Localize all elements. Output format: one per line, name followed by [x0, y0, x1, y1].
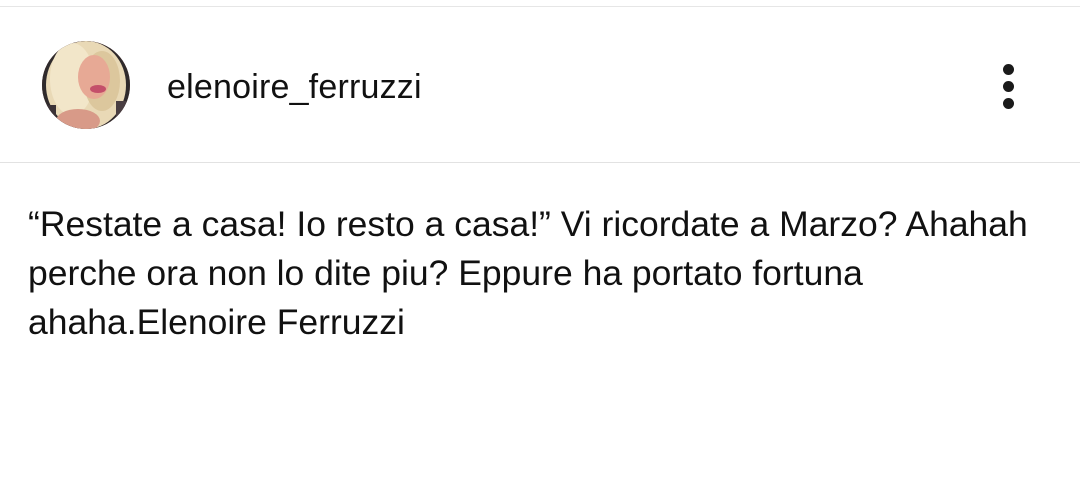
- more-vertical-icon: [1003, 98, 1014, 109]
- header-divider: [0, 162, 1080, 163]
- more-vertical-icon: [1003, 81, 1014, 92]
- avatar-image: [42, 41, 130, 129]
- avatar[interactable]: [42, 41, 130, 129]
- post-header: elenoire_ferruzzi: [0, 7, 1080, 162]
- more-vertical-icon: [1003, 64, 1014, 75]
- more-options-button[interactable]: [985, 61, 1033, 121]
- username[interactable]: elenoire_ferruzzi: [167, 67, 422, 107]
- post-caption: “Restate a casa! Io resto a casa!” Vi ri…: [28, 204, 1028, 342]
